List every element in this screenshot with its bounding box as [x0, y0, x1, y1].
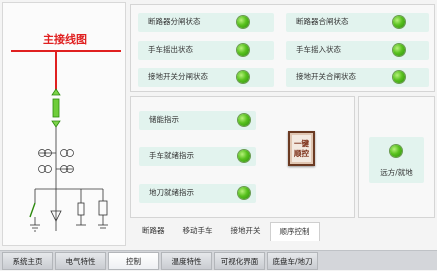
status-row-breaker-closed: 断路器合闸状态: [286, 13, 429, 32]
nav-tab-chassis-earthing[interactable]: 底盘车/地刀: [267, 252, 318, 270]
button-line-1: 一键: [294, 138, 309, 148]
nav-tab-home[interactable]: 系统主页: [2, 252, 53, 270]
status-led-icon: [393, 16, 405, 28]
status-led-icon: [238, 187, 250, 199]
breaker-symbol: [51, 88, 61, 128]
status-led-icon: [390, 145, 402, 157]
status-row-truck-out: 手车摇出状态: [138, 41, 274, 60]
status-led-icon: [238, 114, 250, 126]
one-key-sequence-button[interactable]: 一键 顺控: [288, 131, 315, 166]
status-label: 接地开关分闸状态: [148, 72, 208, 81]
status-label: 手车摇入状态: [296, 45, 341, 54]
subtab-sequence-control[interactable]: 顺序控制: [269, 222, 320, 241]
sequence-control-panel: 储能指示 手车就绪指示 地刀就绪指示 一键 顺控: [130, 96, 355, 218]
earthing-switch-symbol: [29, 189, 40, 232]
status-label: 手车就绪指示: [149, 151, 194, 160]
status-label: 地刀就绪指示: [149, 188, 194, 197]
remote-local-indicator: 远方/就地: [369, 137, 424, 183]
nav-tab-visualization[interactable]: 可视化界面: [214, 252, 265, 270]
status-label: 断路器分闸状态: [148, 17, 201, 26]
remote-local-label: 远方/就地: [380, 168, 413, 177]
switch-status-panel: 断路器分闸状态 断路器合闸状态 手车摇出状态 手车摇入状态 接地开关分闸状态 接…: [130, 4, 435, 92]
status-row-breaker-open: 断路器分闸状态: [138, 13, 274, 32]
status-led-icon: [237, 44, 249, 56]
status-row-earthing-ready: 地刀就绪指示: [139, 184, 256, 203]
status-row-earthing-closed: 接地开关合闸状态: [286, 68, 429, 87]
status-led-icon: [238, 150, 250, 162]
status-label: 断路器合闸状态: [296, 17, 349, 26]
status-label: 储能指示: [149, 115, 179, 124]
nav-tab-temperature[interactable]: 温度特性: [161, 252, 212, 270]
subtab-moving-truck[interactable]: 移动手车: [173, 222, 222, 240]
nav-tab-electrical[interactable]: 电气特性: [55, 252, 106, 270]
button-face: 一键 顺控: [292, 135, 311, 162]
bottom-navigation: 系统主页 电气特性 控制 温度特性 可视化界面 底盘车/地刀: [0, 250, 437, 270]
status-label: 接地开关合闸状态: [296, 72, 356, 81]
status-led-icon: [393, 44, 405, 56]
status-led-icon: [237, 16, 249, 28]
status-row-energy-storage: 储能指示: [139, 111, 256, 130]
remote-local-panel: 远方/就地: [358, 96, 435, 218]
subtab-breaker[interactable]: 断路器: [133, 222, 174, 240]
status-row-earthing-open: 接地开关分闸状态: [138, 68, 274, 87]
status-led-icon: [393, 71, 405, 83]
sub-tab-bar: 断路器 移动手车 接地开关 顺序控制: [133, 222, 320, 241]
status-row-truck-in: 手车摇入状态: [286, 41, 429, 60]
status-led-icon: [237, 71, 249, 83]
nav-tab-control[interactable]: 控制: [108, 252, 159, 270]
status-row-truck-ready: 手车就绪指示: [139, 147, 256, 166]
single-line-diagram: [11, 50, 121, 232]
single-line-diagram-panel: 主接线图: [2, 2, 126, 246]
status-label: 手车摇出状态: [148, 45, 193, 54]
capacitor-symbol: [98, 189, 108, 229]
surge-arrester-symbol: [76, 189, 86, 226]
subtab-earthing-switch[interactable]: 接地开关: [221, 222, 270, 240]
button-line-2: 顺控: [294, 148, 309, 158]
